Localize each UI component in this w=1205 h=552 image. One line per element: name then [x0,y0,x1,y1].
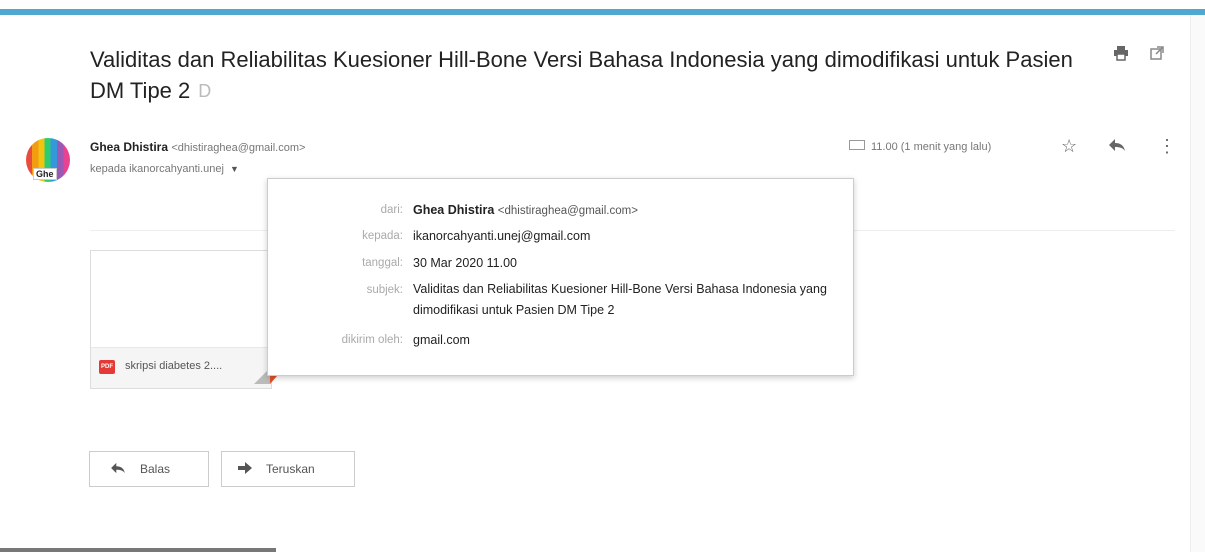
details-from-name: Ghea Dhistira [413,203,495,217]
recipient-line: kepada ikanorcahyanti.unej ▼ [90,163,239,175]
attachment-card[interactable]: PDF skripsi diabetes 2.... [90,250,272,389]
top-accent-bar [0,9,1205,15]
attachment-icon [849,140,865,150]
horizontal-scrollbar[interactable] [0,548,276,552]
details-mailedby-value: gmail.com [413,333,470,347]
forward-icon [238,461,252,477]
pdf-icon: PDF [99,360,115,374]
show-details-icon[interactable]: ▼ [230,164,239,174]
print-icon[interactable] [1113,45,1129,66]
details-from-label: dari: [380,204,403,216]
details-from-value: Ghea Dhistira <dhistiraghea@gmail.com> [413,199,833,222]
recipient-text: kepada ikanorcahyanti.unej [90,163,224,175]
message-details-popup: dari: Ghea Dhistira <dhistiraghea@gmail.… [267,178,854,376]
more-vert-icon[interactable]: ⋮ [1158,136,1176,157]
details-to-value: ikanorcahyanti.unej@gmail.com [413,229,591,243]
reply-icon[interactable] [1108,136,1126,157]
sender-email: <dhistiraghea@gmail.com> [171,142,306,154]
reply-button[interactable]: Balas [89,451,209,487]
star-icon[interactable]: ☆ [1061,136,1077,157]
time-text: 11.00 (1 menit yang lalu) [871,141,992,153]
sender-name: Ghea Dhistira [90,140,169,154]
details-subject-value: Validitas dan Reliabilitas Kuesioner Hil… [413,282,827,317]
details-date-value: 30 Mar 2020 11.00 [413,256,518,270]
important-label-icon[interactable]: D [198,76,211,107]
forward-button[interactable]: Teruskan [221,451,355,487]
sender-line: Ghea Dhistira <dhistiraghea@gmail.com> [90,140,305,154]
details-to-label: kepada: [362,230,403,242]
email-subject: Validitas dan Reliabilitas Kuesioner Hil… [90,44,1080,107]
open-in-new-icon[interactable] [1150,45,1164,65]
reply-label: Balas [140,462,171,476]
reply-icon [110,461,126,477]
forward-label: Teruskan [266,462,315,476]
attachment-footer: PDF skripsi diabetes 2.... [91,347,271,388]
details-from-email: <dhistiraghea@gmail.com> [497,205,638,217]
details-date-label: tanggal: [362,257,403,269]
avatar-tag: Ghe [33,168,57,180]
attachment-filename: skripsi diabetes 2.... [125,360,223,372]
scrollbar[interactable] [1190,15,1205,552]
details-mailedby-label: dikirim oleh: [341,334,403,346]
details-subject-label: subjek: [366,284,403,296]
message-time: 11.00 (1 menit yang lalu) [849,140,991,153]
subject-text: Validitas dan Reliabilitas Kuesioner Hil… [90,47,1073,103]
